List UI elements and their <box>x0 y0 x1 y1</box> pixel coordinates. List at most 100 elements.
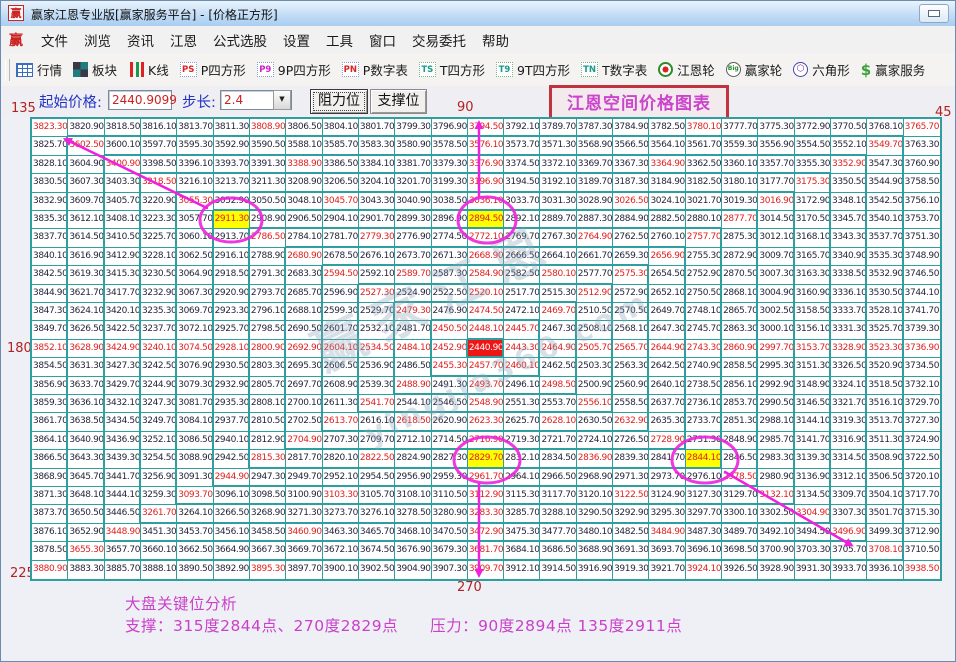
grid-cell[interactable]: 2997.70 <box>758 340 794 358</box>
grid-cell[interactable]: 3331.30 <box>831 321 867 339</box>
grid-cell[interactable]: 3312.10 <box>831 469 867 487</box>
grid-cell[interactable]: 2841.70 <box>649 450 685 468</box>
grid-cell[interactable]: 2608.90 <box>323 377 359 395</box>
grid-cell[interactable]: 3664.90 <box>214 542 250 560</box>
grid-cell[interactable]: 3122.50 <box>613 487 649 505</box>
grid-cell[interactable]: 2940.10 <box>214 432 250 450</box>
grid-cell[interactable]: 2589.70 <box>395 266 431 284</box>
grid-cell[interactable]: 3924.10 <box>686 561 722 579</box>
grid-cell[interactable]: 3506.50 <box>867 469 903 487</box>
grid-cell[interactable]: 3883.30 <box>68 561 104 579</box>
grid-cell[interactable]: 3352.90 <box>831 156 867 174</box>
grid-cell[interactable]: 2692.90 <box>286 340 322 358</box>
grid-cell[interactable]: 3818.50 <box>105 119 141 137</box>
grid-cell[interactable]: 3103.30 <box>323 487 359 505</box>
grid-cell[interactable]: 3362.50 <box>686 156 722 174</box>
grid-cell[interactable]: 2762.50 <box>613 229 649 247</box>
grid-cell[interactable]: 3220.90 <box>141 193 177 211</box>
grid-cell[interactable]: 3710.50 <box>904 542 940 560</box>
grid-cell[interactable]: 2932.90 <box>214 377 250 395</box>
grid-cell[interactable]: 2476.90 <box>432 303 468 321</box>
grid-cell[interactable]: 3285.70 <box>504 505 540 523</box>
grid-cell[interactable]: 3885.70 <box>105 561 141 579</box>
grid-cell[interactable]: 3074.50 <box>177 340 213 358</box>
grid-cell[interactable]: 3196.90 <box>468 174 504 192</box>
grid-cell[interactable]: 3847.30 <box>32 303 68 321</box>
grid-cell[interactable]: 3189.70 <box>577 174 613 192</box>
grid-cell[interactable]: 2558.50 <box>613 395 649 413</box>
grid-cell[interactable]: 3057.70 <box>177 211 213 229</box>
grid-cell[interactable]: 2947.30 <box>250 469 286 487</box>
grid-cell[interactable]: 3856.90 <box>32 377 68 395</box>
grid-cell[interactable]: 3787.30 <box>577 119 613 137</box>
grid-cell[interactable]: 3542.50 <box>867 193 903 211</box>
grid-cell[interactable]: 2781.70 <box>323 229 359 247</box>
grid-cell[interactable]: 3636.10 <box>68 395 104 413</box>
grid-cell[interactable]: 2980.90 <box>758 469 794 487</box>
grid-cell[interactable]: 2856.10 <box>722 377 758 395</box>
grid-cell[interactable]: 3926.50 <box>722 561 758 579</box>
grid-cell[interactable]: 3760.90 <box>904 156 940 174</box>
grid-cell[interactable]: 3712.90 <box>904 524 940 542</box>
grid-cell[interactable]: 3388.90 <box>286 156 322 174</box>
grid-cell[interactable]: 3700.90 <box>758 542 794 560</box>
grid-cell[interactable]: 3343.30 <box>831 229 867 247</box>
grid-cell[interactable]: 2649.70 <box>649 303 685 321</box>
grid-cell[interactable]: 2793.70 <box>250 285 286 303</box>
grid-cell[interactable]: 2750.50 <box>686 285 722 303</box>
key-level-cell[interactable]: 2894.50 <box>468 211 504 229</box>
grid-cell[interactable]: 3031.30 <box>540 193 576 211</box>
grid-cell[interactable]: 2683.30 <box>286 266 322 284</box>
grid-cell[interactable]: 3746.50 <box>904 266 940 284</box>
grid-cell[interactable]: 3566.50 <box>613 137 649 155</box>
grid-cell[interactable]: 3600.10 <box>105 137 141 155</box>
grid-cell[interactable]: 2949.70 <box>286 469 322 487</box>
grid-cell[interactable]: 3249.70 <box>141 413 177 431</box>
grid-cell[interactable]: 3206.50 <box>323 174 359 192</box>
grid-cell[interactable]: 2724.10 <box>577 432 613 450</box>
grid-cell[interactable]: 3256.90 <box>141 469 177 487</box>
grid-cell[interactable]: 3806.50 <box>286 119 322 137</box>
toolbar-item-gann-wheel[interactable]: 江恩轮 <box>658 60 715 79</box>
grid-cell[interactable]: 3026.50 <box>613 193 649 211</box>
grid-cell[interactable]: 2527.30 <box>359 285 395 303</box>
grid-cell[interactable]: 3585.70 <box>323 137 359 155</box>
grid-cell[interactable]: 2503.30 <box>577 358 613 376</box>
grid-cell[interactable]: 2481.70 <box>395 321 431 339</box>
grid-cell[interactable]: 2611.30 <box>323 395 359 413</box>
grid-cell[interactable]: 3684.10 <box>504 542 540 560</box>
grid-cell[interactable]: 2450.50 <box>432 321 468 339</box>
grid-cell[interactable]: 3441.70 <box>105 469 141 487</box>
grid-cell[interactable]: 3235.30 <box>141 303 177 321</box>
grid-cell[interactable]: 3679.30 <box>432 542 468 560</box>
grid-cell[interactable]: 3429.70 <box>105 377 141 395</box>
grid-cell[interactable]: 2469.70 <box>540 303 576 321</box>
grid-cell[interactable]: 2606.50 <box>323 358 359 376</box>
grid-cell[interactable]: 2644.90 <box>649 340 685 358</box>
grid-cell[interactable]: 3789.70 <box>540 119 576 137</box>
grid-cell[interactable]: 3578.50 <box>432 137 468 155</box>
grid-cell[interactable]: 2565.70 <box>613 340 649 358</box>
grid-cell[interactable]: 3069.70 <box>177 303 213 321</box>
grid-cell[interactable]: 2834.50 <box>540 450 576 468</box>
grid-cell[interactable]: 2599.30 <box>323 303 359 321</box>
grid-cell[interactable]: 3619.30 <box>68 266 104 284</box>
grid-cell[interactable]: 2904.10 <box>323 211 359 229</box>
grid-cell[interactable]: 2659.30 <box>613 248 649 266</box>
grid-cell[interactable]: 3290.50 <box>577 505 613 523</box>
grid-cell[interactable]: 2748.10 <box>686 303 722 321</box>
grid-cell[interactable]: 3273.70 <box>323 505 359 523</box>
grid-cell[interactable]: 2616.10 <box>359 413 395 431</box>
grid-cell[interactable]: 2563.30 <box>613 358 649 376</box>
grid-cell[interactable]: 2666.50 <box>504 248 540 266</box>
grid-cell[interactable]: 2973.70 <box>649 469 685 487</box>
grid-cell[interactable]: 3729.70 <box>904 395 940 413</box>
grid-cell[interactable]: 2532.10 <box>359 321 395 339</box>
grid-cell[interactable]: 3928.90 <box>758 561 794 579</box>
grid-cell[interactable]: 2584.90 <box>468 266 504 284</box>
grid-cell[interactable]: 2774.50 <box>432 229 468 247</box>
grid-cell[interactable]: 2784.10 <box>286 229 322 247</box>
grid-cell[interactable]: 2916.10 <box>214 248 250 266</box>
grid-cell[interactable]: 2767.30 <box>540 229 576 247</box>
grid-cell[interactable]: 3504.10 <box>867 487 903 505</box>
